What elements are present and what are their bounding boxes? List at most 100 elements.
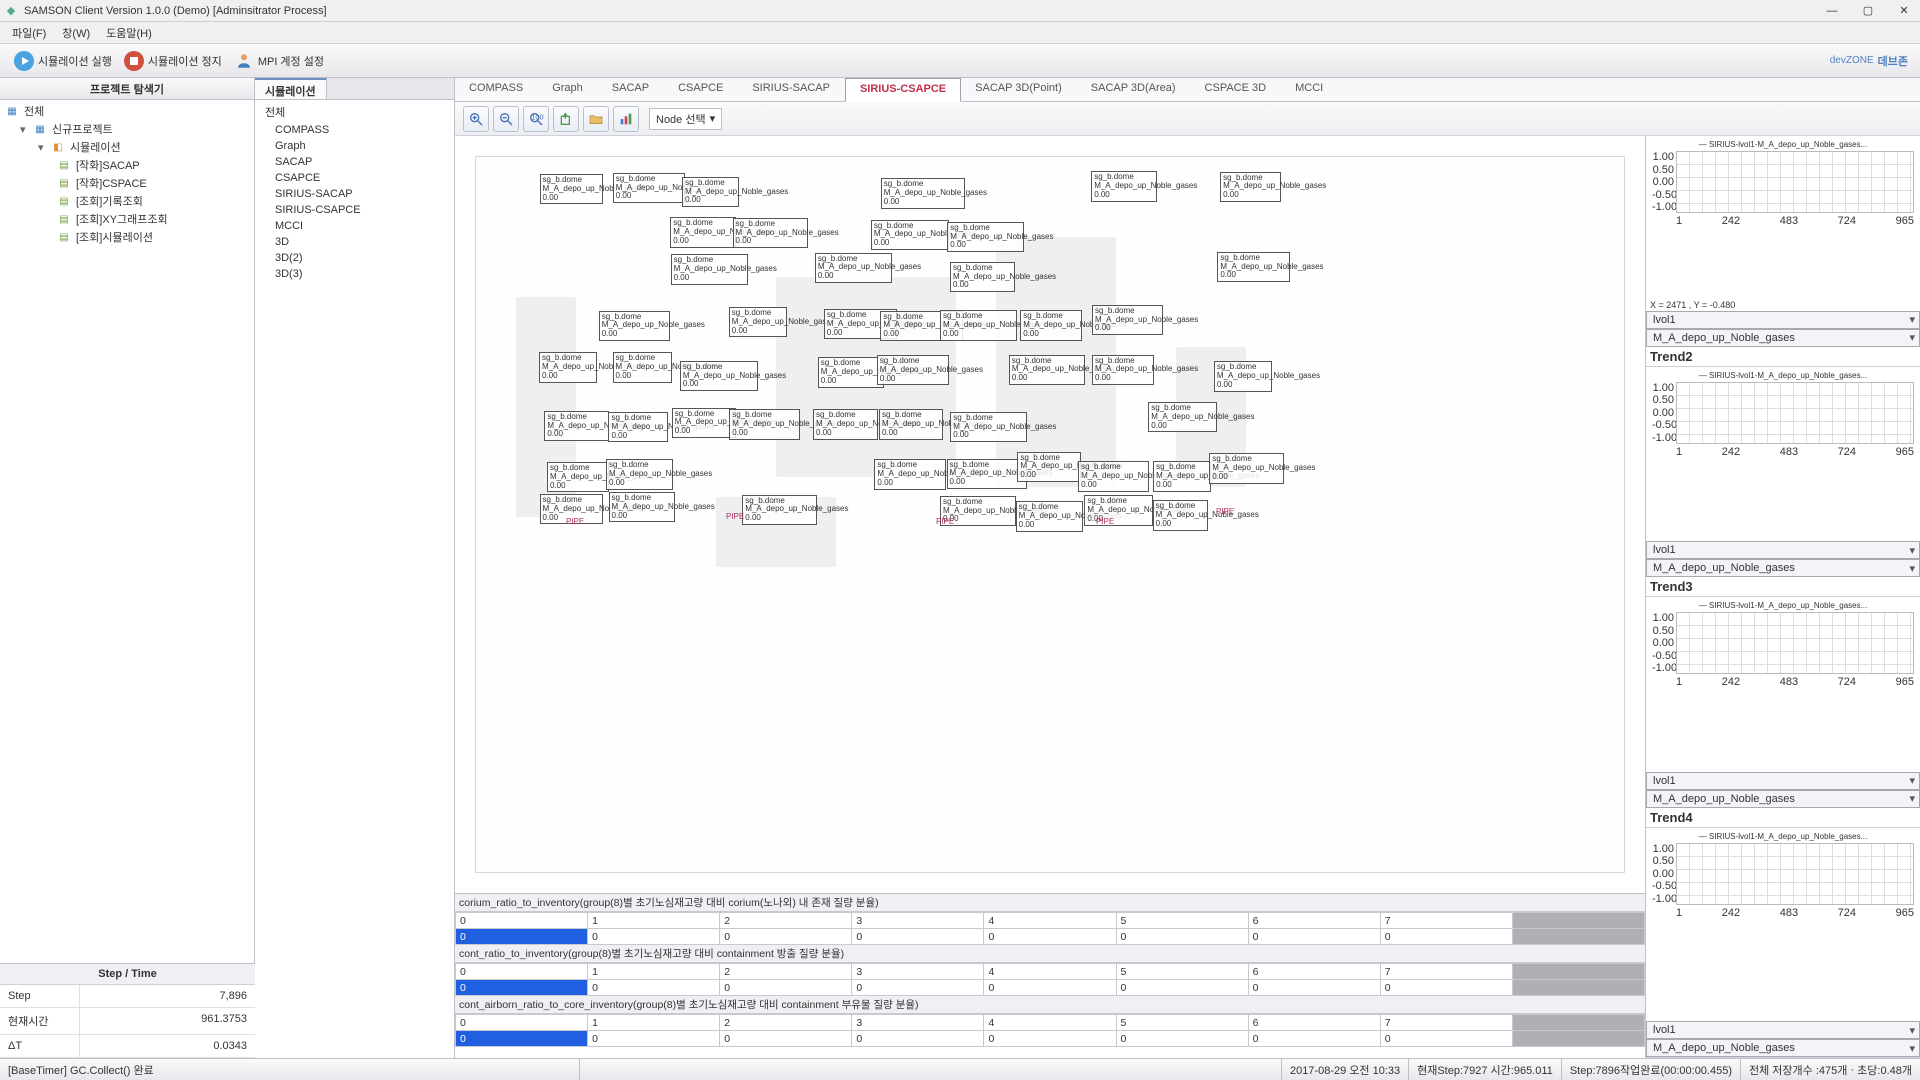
diagram-node[interactable]: sg_b.domeM_A_depo_up_Noble_gases0.00 xyxy=(1217,252,1290,282)
sim-item[interactable]: 3D xyxy=(259,234,450,250)
zoom-100-button[interactable]: 100 xyxy=(523,106,549,132)
menu-help[interactable]: 도움말(H) xyxy=(98,23,160,43)
diagram-node[interactable]: sg_b.domeM_A_depo_up_Noble_gases0.00 xyxy=(613,173,685,203)
sim-item[interactable]: 3D(3) xyxy=(259,266,450,282)
trend-select-1[interactable]: lvol1 xyxy=(1646,311,1920,329)
diagram-node[interactable]: sg_b.domeM_A_depo_up_Noble_gases0.00 xyxy=(539,352,597,382)
trend-plot[interactable] xyxy=(1676,382,1914,444)
sim-item[interactable]: MCCI xyxy=(259,218,450,234)
sim-item[interactable]: Graph xyxy=(259,138,450,154)
mpi-settings-button[interactable]: MPI 계정 설정 xyxy=(228,49,330,73)
diagram-node[interactable]: sg_b.domeM_A_depo_up_Noble_gases0.00 xyxy=(815,253,892,283)
sim-item[interactable]: COMPASS xyxy=(259,122,450,138)
content-tab-sirius-csapce[interactable]: SIRIUS-CSAPCE xyxy=(845,78,961,102)
diagram-node[interactable]: sg_b.domeM_A_depo_up_Noble_gases0.00 xyxy=(742,495,816,525)
diagram-node[interactable]: sg_b.domeM_A_depo_up_Noble_gases0.00 xyxy=(613,352,673,382)
export-button[interactable] xyxy=(553,106,579,132)
maximize-button[interactable]: ▢ xyxy=(1856,2,1880,20)
run-simulation-button[interactable]: 시뮬레이션 실행 xyxy=(8,49,118,73)
content-tab-sacap-3d-point-[interactable]: SACAP 3D(Point) xyxy=(961,78,1077,101)
stop-simulation-button[interactable]: 시뮬레이션 정지 xyxy=(118,49,228,73)
diagram-node[interactable]: sg_b.domeM_A_depo_up_Noble_gases0.00 xyxy=(682,177,739,207)
diagram-node[interactable]: sg_b.domeM_A_depo_up_Noble_gases0.00 xyxy=(1091,171,1156,201)
diagram-node[interactable]: sg_b.domeM_A_depo_up_Noble_gases0.00 xyxy=(947,459,1028,489)
minimize-button[interactable]: — xyxy=(1820,2,1844,20)
sim-item[interactable]: 3D(2) xyxy=(259,250,450,266)
diagram-node[interactable]: sg_b.domeM_A_depo_up_Noble_gases0.00 xyxy=(1092,305,1163,335)
diagram-node[interactable]: sg_b.domeM_A_depo_up_Noble_gases0.00 xyxy=(874,459,946,489)
folder-button[interactable] xyxy=(583,106,609,132)
trend-select-2[interactable]: M_A_depo_up_Noble_gases xyxy=(1646,329,1920,347)
diagram-node[interactable]: sg_b.domeM_A_depo_up_Noble_gases0.00 xyxy=(547,462,609,492)
chart-button[interactable] xyxy=(613,106,639,132)
diagram-node[interactable]: sg_b.domeM_A_depo_up_Noble_gases0.00 xyxy=(606,459,673,489)
content-tab-csapce[interactable]: CSAPCE xyxy=(664,78,738,101)
diagram-node[interactable]: sg_b.domeM_A_depo_up_Noble_gases0.00 xyxy=(544,411,608,441)
diagram-node[interactable]: sg_b.domeM_A_depo_up_Noble_gases0.00 xyxy=(540,174,604,204)
menu-file[interactable]: 파일(F) xyxy=(4,23,54,43)
sim-root[interactable]: 전체 xyxy=(259,102,450,122)
tree-item[interactable]: ▤[작화]CSPACE xyxy=(2,174,252,192)
diagram-node[interactable]: sg_b.domeM_A_depo_up_Noble_gases0.00 xyxy=(950,412,1026,442)
diagram-node[interactable]: sg_b.domeM_A_depo_up_Noble_gases0.00 xyxy=(670,217,736,247)
diagram-node[interactable]: sg_b.domeM_A_depo_up_Noble_gases0.00 xyxy=(671,254,748,284)
diagram-node[interactable]: sg_b.domeM_A_depo_up_Noble_gases0.00 xyxy=(1220,172,1281,202)
trend-plot[interactable] xyxy=(1676,843,1914,905)
trend-select-2[interactable]: M_A_depo_up_Noble_gases xyxy=(1646,1039,1920,1057)
tree-project[interactable]: ▾▦신규프로젝트 xyxy=(2,120,252,138)
diagram-node[interactable]: sg_b.domeM_A_depo_up_Noble_gases0.00 xyxy=(729,307,787,337)
diagram-node[interactable]: sg_b.domeM_A_depo_up_Noble_gases0.00 xyxy=(1078,461,1149,491)
diagram-area[interactable]: sg_b.domeM_A_depo_up_Noble_gases0.00sg_b… xyxy=(455,136,1645,893)
tree-item[interactable]: ▤[조회]XY그래프조회 xyxy=(2,210,252,228)
trend-select-2[interactable]: M_A_depo_up_Noble_gases xyxy=(1646,790,1920,808)
content-tab-compass[interactable]: COMPASS xyxy=(455,78,538,101)
trend-select-1[interactable]: lvol1 xyxy=(1646,541,1920,559)
sim-item[interactable]: SACAP xyxy=(259,154,450,170)
content-tab-sacap[interactable]: SACAP xyxy=(598,78,664,101)
diagram-node[interactable]: sg_b.domeM_A_depo_up_Noble_gases0.00 xyxy=(1009,355,1086,385)
diagram-node[interactable]: sg_b.domeM_A_depo_up_Noble_gases0.00 xyxy=(733,218,809,248)
content-tab-sacap-3d-area-[interactable]: SACAP 3D(Area) xyxy=(1077,78,1191,101)
diagram-node[interactable]: sg_b.domeM_A_depo_up_Noble_gases0.00 xyxy=(881,178,965,208)
diagram-node[interactable]: sg_b.domeM_A_depo_up_Noble_gases0.00 xyxy=(879,409,943,439)
diagram-node[interactable]: sg_b.domeM_A_depo_up_Noble_gases0.00 xyxy=(608,412,667,442)
tree-item[interactable]: ▤[조회]시뮬레이션 xyxy=(2,228,252,246)
trend-plot[interactable] xyxy=(1676,151,1914,213)
close-button[interactable]: ✕ xyxy=(1892,2,1916,20)
simulation-list[interactable]: 전체 COMPASS Graph SACAP CSAPCE SIRIUS-SAC… xyxy=(255,100,454,284)
diagram-node[interactable]: sg_b.domeM_A_depo_up_Noble_gases0.00 xyxy=(1153,461,1211,491)
project-tree[interactable]: ▦전체 ▾▦신규프로젝트 ▾◧시뮬레이션 ▤[작화]SACAP ▤[작화]CSP… xyxy=(0,100,254,963)
diagram-node[interactable]: sg_b.domeM_A_depo_up_Noble_gases0.00 xyxy=(609,492,675,522)
diagram-node[interactable]: sg_b.domeM_A_depo_up_Noble_gases0.00 xyxy=(813,409,878,439)
diagram-node[interactable]: sg_b.domeM_A_depo_up_Noble_gases0.00 xyxy=(947,222,1024,252)
diagram-node[interactable]: sg_b.domeM_A_depo_up_Noble_gases0.00 xyxy=(877,355,950,385)
tree-item[interactable]: ▤[작화]SACAP xyxy=(2,156,252,174)
diagram-node[interactable]: sg_b.domeM_A_depo_up_Noble_gases0.00 xyxy=(950,262,1015,292)
content-tab-mcci[interactable]: MCCI xyxy=(1281,78,1338,101)
tree-simulation[interactable]: ▾◧시뮬레이션 xyxy=(2,138,252,156)
diagram-node[interactable]: sg_b.domeM_A_depo_up_Noble_gases0.00 xyxy=(940,310,1017,340)
diagram-node[interactable]: sg_b.domeM_A_depo_up_Noble_gases0.00 xyxy=(1016,501,1084,531)
diagram-node[interactable]: sg_b.domeM_A_depo_up_Noble_gases0.00 xyxy=(1214,361,1273,391)
trend-select-1[interactable]: lvol1 xyxy=(1646,772,1920,790)
tree-item[interactable]: ▤[조회]기록조회 xyxy=(2,192,252,210)
diagram-node[interactable]: sg_b.domeM_A_depo_up_Noble_gases0.00 xyxy=(1209,453,1284,483)
diagram-node[interactable]: sg_b.domeM_A_depo_up_Noble_gases0.00 xyxy=(1017,452,1080,482)
sim-item[interactable]: SIRIUS-CSAPCE xyxy=(259,202,450,218)
tree-root[interactable]: ▦전체 xyxy=(2,102,252,120)
content-tab-sirius-sacap[interactable]: SIRIUS-SACAP xyxy=(738,78,845,101)
diagram-node[interactable]: sg_b.domeM_A_depo_up_Noble_gases0.00 xyxy=(1084,495,1152,525)
content-tab-cspace-3d[interactable]: CSPACE 3D xyxy=(1191,78,1282,101)
diagram-node[interactable]: sg_b.domeM_A_depo_up_Noble_gases0.00 xyxy=(680,361,758,391)
diagram-node[interactable]: sg_b.domeM_A_depo_up_Noble_gases0.00 xyxy=(818,357,884,387)
diagram-node[interactable]: sg_b.domeM_A_depo_up_Noble_gases0.00 xyxy=(672,408,736,438)
diagram-node[interactable]: sg_b.domeM_A_depo_up_Noble_gases0.00 xyxy=(1020,310,1082,340)
diagram-node[interactable]: sg_b.domeM_A_depo_up_Noble_gases0.00 xyxy=(1092,355,1154,385)
diagram-node[interactable]: sg_b.domeM_A_depo_up_Noble_gases0.00 xyxy=(1153,500,1208,530)
trend-select-1[interactable]: lvol1 xyxy=(1646,1021,1920,1039)
sim-item[interactable]: CSAPCE xyxy=(259,170,450,186)
zoom-in-button[interactable] xyxy=(463,106,489,132)
diagram-node[interactable]: sg_b.domeM_A_depo_up_Noble_gases0.00 xyxy=(599,311,670,341)
sim-item[interactable]: SIRIUS-SACAP xyxy=(259,186,450,202)
content-tab-graph[interactable]: Graph xyxy=(538,78,598,101)
